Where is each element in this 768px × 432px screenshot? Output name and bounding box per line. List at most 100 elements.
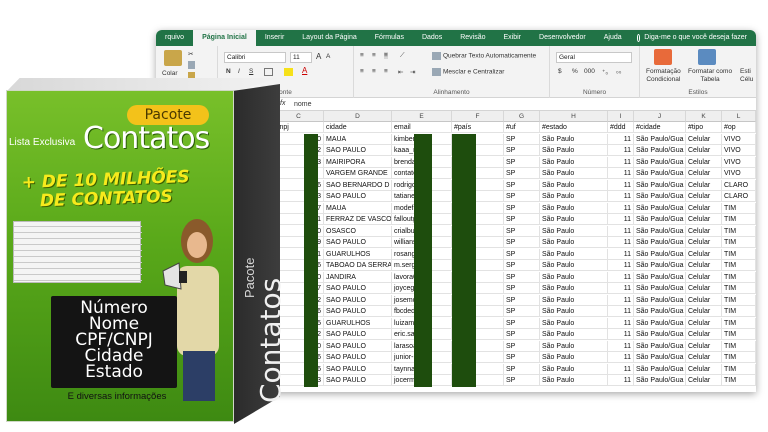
table-cell[interactable]: SP xyxy=(504,145,540,156)
table-cell[interactable]: São Paulo xyxy=(540,375,608,386)
table-cell[interactable]: Celular xyxy=(686,340,722,352)
table-cell[interactable]: VARGEM GRANDE xyxy=(324,168,392,179)
table-cell[interactable]: VIVO xyxy=(722,145,756,156)
table-cell[interactable]: São Paulo xyxy=(540,179,608,191)
table-cell[interactable]: São Paulo/Gua xyxy=(634,363,686,375)
wrap-text-button[interactable]: Quebrar Texto Automaticamente xyxy=(432,52,536,60)
table-cell[interactable]: São Paulo/Gua xyxy=(634,294,686,306)
header-cell[interactable]: #país xyxy=(452,122,504,133)
table-cell[interactable]: São Paulo/Gua xyxy=(634,283,686,294)
table-cell[interactable]: 11 xyxy=(608,352,634,363)
table-cell[interactable]: 11 xyxy=(608,283,634,294)
percent-button[interactable]: % xyxy=(572,68,578,75)
increase-decimal-icon[interactable]: ⁺₀ xyxy=(602,68,608,76)
tell-me-search[interactable]: Diga-me o que você deseja fazer xyxy=(644,30,756,46)
fill-color-icon[interactable] xyxy=(284,68,295,76)
table-cell[interactable]: São Paulo xyxy=(540,202,608,214)
increase-indent-icon[interactable]: ⇥ xyxy=(410,68,415,76)
table-cell[interactable]: SP xyxy=(504,202,540,214)
table-cell[interactable]: TIM xyxy=(722,225,756,237)
table-cell[interactable]: São Paulo/Gua xyxy=(634,237,686,248)
header-cell[interactable]: #estado xyxy=(540,122,608,133)
table-cell[interactable]: SAO PAULO xyxy=(324,283,392,294)
table-cell[interactable]: 11 xyxy=(608,145,634,156)
table-cell[interactable]: 11 xyxy=(608,260,634,271)
table-cell[interactable]: SP xyxy=(504,363,540,375)
table-cell[interactable]: TIM xyxy=(722,375,756,386)
table-cell[interactable]: Celular xyxy=(686,375,722,386)
table-cell[interactable]: Celular xyxy=(686,225,722,237)
table-cell[interactable]: TIM xyxy=(722,283,756,294)
table-cell[interactable]: SP xyxy=(504,156,540,168)
table-cell[interactable]: GUARULHOS xyxy=(324,248,392,260)
table-cell[interactable]: Celular xyxy=(686,329,722,340)
tab-exibir[interactable]: Exibir xyxy=(495,30,531,46)
table-cell[interactable]: CLARO xyxy=(722,179,756,191)
table-cell[interactable]: 11 xyxy=(608,133,634,145)
table-cell[interactable]: Celular xyxy=(686,363,722,375)
table-cell[interactable]: SP xyxy=(504,294,540,306)
align-middle-icon[interactable]: ≡ xyxy=(372,52,376,59)
tab-dados[interactable]: Dados xyxy=(413,30,451,46)
table-cell[interactable]: SP xyxy=(504,329,540,340)
table-cell[interactable]: São Paulo xyxy=(540,191,608,202)
header-cell[interactable]: #cidade xyxy=(634,122,686,133)
table-cell[interactable]: 11 xyxy=(608,156,634,168)
table-cell[interactable]: 11 xyxy=(608,317,634,329)
table-cell[interactable]: SP xyxy=(504,375,540,386)
table-cell[interactable]: TIM xyxy=(722,340,756,352)
table-cell[interactable]: SAO PAULO xyxy=(324,145,392,156)
table-cell[interactable]: São Paulo xyxy=(540,363,608,375)
table-cell[interactable]: 11 xyxy=(608,363,634,375)
tab-p-gina-inicial[interactable]: Página Inicial xyxy=(193,30,256,46)
table-cell[interactable]: SAO PAULO xyxy=(324,352,392,363)
table-cell[interactable]: São Paulo xyxy=(540,248,608,260)
borders-icon[interactable] xyxy=(264,68,275,76)
table-cell[interactable]: TIM xyxy=(722,352,756,363)
conditional-format-button[interactable]: Formatação Condicional xyxy=(646,68,681,84)
table-cell[interactable]: Celular xyxy=(686,156,722,168)
table-cell[interactable]: São Paulo/Gua xyxy=(634,260,686,271)
table-cell[interactable]: SP xyxy=(504,191,540,202)
table-cell[interactable]: SP xyxy=(504,179,540,191)
format-table-icon[interactable] xyxy=(698,49,716,65)
table-cell[interactable]: São Paulo/Gua xyxy=(634,248,686,260)
table-cell[interactable]: 11 xyxy=(608,329,634,340)
table-cell[interactable]: 11 xyxy=(608,294,634,306)
table-cell[interactable]: São Paulo/Gua xyxy=(634,179,686,191)
table-cell[interactable]: Celular xyxy=(686,306,722,317)
table-cell[interactable]: MAUA xyxy=(324,202,392,214)
table-cell[interactable]: Celular xyxy=(686,283,722,294)
font-size-select[interactable]: 11 xyxy=(290,52,312,63)
table-cell[interactable]: SP xyxy=(504,340,540,352)
table-cell[interactable]: SAO PAULO xyxy=(324,340,392,352)
tab-inserir[interactable]: Inserir xyxy=(256,30,293,46)
table-cell[interactable]: GUARULHOS xyxy=(324,317,392,329)
table-cell[interactable]: VIVO xyxy=(722,133,756,145)
table-cell[interactable]: SAO PAULO xyxy=(324,329,392,340)
table-cell[interactable]: São Paulo xyxy=(540,329,608,340)
table-cell[interactable]: 11 xyxy=(608,168,634,179)
table-cell[interactable]: Celular xyxy=(686,179,722,191)
shrink-font-button[interactable]: A xyxy=(326,53,330,60)
table-cell[interactable]: São Paulo xyxy=(540,260,608,271)
table-cell[interactable]: Celular xyxy=(686,191,722,202)
table-cell[interactable]: 11 xyxy=(608,191,634,202)
table-cell[interactable]: São Paulo/Gua xyxy=(634,214,686,225)
table-cell[interactable]: São Paulo/Gua xyxy=(634,145,686,156)
table-cell[interactable]: Celular xyxy=(686,168,722,179)
table-cell[interactable]: SAO PAULO xyxy=(324,306,392,317)
table-cell[interactable]: 11 xyxy=(608,306,634,317)
table-cell[interactable]: 11 xyxy=(608,214,634,225)
align-top-icon[interactable]: ≡ xyxy=(360,52,364,59)
font-name-select[interactable]: Calibri xyxy=(224,52,286,63)
table-cell[interactable]: São Paulo xyxy=(540,145,608,156)
column-header-f[interactable]: F xyxy=(452,111,504,122)
table-cell[interactable]: São Paulo xyxy=(540,352,608,363)
table-cell[interactable]: CLARO xyxy=(722,191,756,202)
header-cell[interactable]: cidade xyxy=(324,122,392,133)
table-cell[interactable]: 11 xyxy=(608,375,634,386)
table-cell[interactable]: São Paulo/Gua xyxy=(634,191,686,202)
column-header-h[interactable]: H xyxy=(540,111,608,122)
table-cell[interactable]: MAIRIPORA xyxy=(324,156,392,168)
